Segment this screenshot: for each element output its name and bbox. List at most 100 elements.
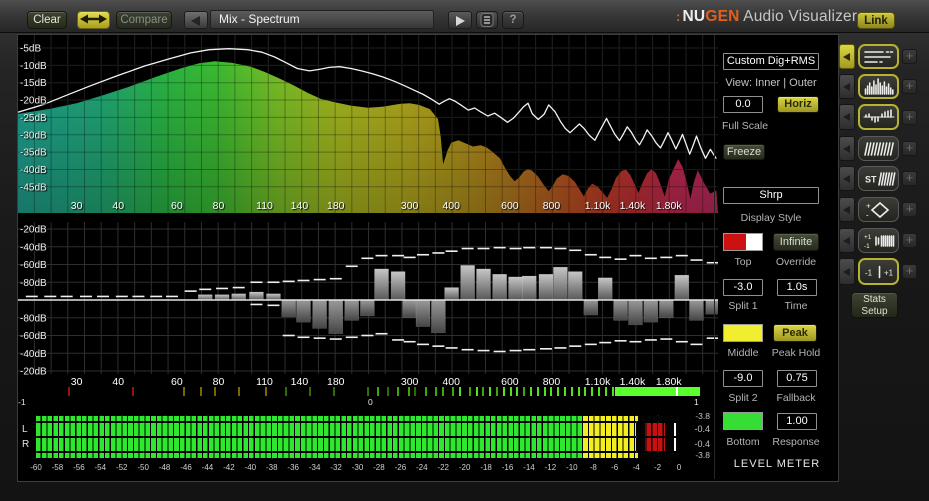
correlation-tick — [132, 387, 135, 396]
meter-segments — [36, 438, 679, 451]
help-button[interactable]: ? — [502, 11, 524, 29]
correlation-tick — [309, 387, 311, 396]
peak-hold-button-label: Peak Hold — [771, 347, 821, 359]
meter-scale-label: -6 — [611, 463, 619, 472]
preset-button-stereo-spectrogram[interactable]: ST — [858, 166, 899, 191]
settings-panel: Custom Dig+RMS View: Inner | Outer 0.0 H… — [714, 35, 839, 479]
split2-field[interactable]: -9.0 — [723, 370, 763, 387]
preset-select-arrow-mirror-spectrum[interactable] — [839, 104, 855, 130]
fallback-field[interactable]: 0.75 — [777, 370, 817, 387]
meter-segments — [36, 453, 679, 458]
left-triangle-icon — [843, 174, 850, 183]
preset-button-correlation-meter[interactable]: -1 +1 — [858, 258, 899, 285]
svg-text:60: 60 — [171, 200, 183, 212]
preset-add-button-spectrogram[interactable]: + — [902, 141, 917, 156]
right-triangle-icon — [456, 16, 465, 26]
preset-add-button-spectrum[interactable]: + — [902, 79, 917, 94]
meter-scale-label: -50 — [137, 463, 149, 472]
correlation-tick — [543, 387, 546, 396]
stats-setup-button[interactable]: Stats Setup — [851, 292, 898, 318]
peak-hold-button[interactable]: Peak — [773, 324, 817, 342]
preset-button-vectorscope[interactable]: + - — [858, 197, 899, 222]
preset-add-button-correlation-meter[interactable]: + — [902, 264, 917, 279]
left-triangle-icon — [843, 113, 850, 121]
bottom-color-swatch[interactable] — [723, 412, 763, 430]
preset-button-mirror-spectrum[interactable] — [858, 104, 899, 130]
time-field[interactable]: 1.0s — [777, 279, 817, 296]
meter-segments — [36, 423, 679, 436]
compare-button[interactable]: Compare — [116, 11, 172, 29]
preset-button-level-meter[interactable] — [858, 44, 899, 69]
correlation-tick — [213, 387, 216, 396]
correlation-tick — [377, 387, 379, 396]
ab-swap-button[interactable] — [77, 11, 110, 29]
preset-add-button-level-meter[interactable]: + — [902, 49, 917, 64]
preset-select-arrow-vectorscope[interactable] — [839, 197, 855, 222]
preset-add-button-mirror-spectrum[interactable]: + — [902, 109, 917, 125]
preset-select-arrow-correlation-meter[interactable] — [839, 258, 855, 285]
next-preset-button[interactable] — [448, 11, 472, 29]
preset-select-arrow-level-meter[interactable] — [839, 44, 855, 69]
logo-gen: GEN — [705, 8, 740, 25]
left-triangle-icon — [843, 205, 850, 214]
link-button[interactable]: Link — [857, 12, 895, 29]
spectrum-display: -5dB -10dB -15dB -20dB -25dB -30dB -35dB -40dB -… — [18, 35, 718, 213]
preset-select-arrow-spectrum[interactable] — [839, 74, 855, 99]
panel-title: LEVEL METER — [733, 458, 821, 470]
correlation-tick — [550, 387, 553, 396]
correlation-tick — [557, 387, 560, 396]
preset-button-spectrum[interactable] — [858, 74, 899, 99]
split1-field[interactable]: -3.0 — [723, 279, 763, 296]
preset-name-field[interactable]: Mix - Spectrum — [210, 10, 434, 29]
vectorscope-icon: +- — [866, 201, 889, 219]
top-color-swatch[interactable] — [723, 233, 763, 251]
meter-scale-label: -14 — [523, 463, 535, 472]
preset-select-arrow-band-correlation[interactable] — [839, 228, 855, 253]
override-button[interactable]: Infinite — [773, 233, 819, 251]
correlation-tick — [564, 387, 566, 396]
correlation-tick — [424, 387, 427, 396]
svg-text:-20dB: -20dB — [20, 225, 47, 236]
preset-add-button-band-correlation[interactable]: + — [902, 233, 917, 248]
meter-scale-label: -8 — [589, 463, 597, 472]
svg-text:-1: -1 — [865, 268, 873, 277]
correlation-tick — [584, 387, 587, 396]
response-field[interactable]: 1.00 — [777, 413, 817, 430]
middle-color-swatch[interactable] — [723, 324, 763, 342]
svg-text:30: 30 — [71, 200, 83, 212]
previous-preset-button[interactable] — [184, 11, 208, 29]
svg-text:40: 40 — [112, 200, 124, 212]
nugen-logo: : NUGEN Audio Visualizer — [676, 8, 857, 26]
meter-scale-label: -20 — [458, 463, 471, 472]
svg-text:-40dB: -40dB — [20, 165, 47, 176]
corr-scale-min: -1 — [18, 397, 26, 407]
preset-select-arrow-stereo-spectrogram[interactable] — [839, 166, 855, 191]
meter-scale-label: -16 — [501, 463, 514, 472]
correlation-tick — [604, 387, 607, 396]
correlation-tick — [441, 387, 444, 396]
svg-text:-10dB: -10dB — [20, 61, 47, 72]
svg-text:-80dB: -80dB — [20, 313, 47, 324]
preset-list-button[interactable] — [476, 11, 498, 29]
svg-text:-30dB: -30dB — [20, 130, 47, 141]
top-color-swatch-label: Top — [734, 256, 752, 268]
preset-button-band-correlation[interactable]: +1 -1 — [858, 228, 899, 253]
meter-scale-label: -42 — [223, 463, 235, 472]
logo-product-name: Audio Visualizer — [739, 8, 858, 25]
preset-button-spectrogram[interactable] — [858, 136, 899, 161]
clear-button[interactable]: Clear — [27, 11, 67, 29]
svg-text:+1: +1 — [884, 268, 894, 277]
correlation-tick — [397, 387, 400, 396]
correlation-meter-icon: -1 +1 — [865, 265, 894, 278]
meter-row-thin3 — [36, 453, 679, 458]
mirror-spectrum-display: -20dB -20dB -40dB -40dB -60dB -60dB -80dB -80dB… — [18, 222, 718, 388]
left-triangle-icon — [843, 144, 850, 153]
preset-add-button-vectorscope[interactable]: + — [902, 202, 917, 217]
meter-scale-label: -34 — [308, 463, 321, 472]
left-right-arrow-icon — [80, 14, 107, 24]
preset-add-button-stereo-spectrogram[interactable]: + — [902, 171, 917, 186]
stats-line2: Setup — [861, 305, 888, 317]
correlation-tick — [536, 387, 539, 396]
svg-text:-60dB: -60dB — [20, 260, 47, 271]
preset-select-arrow-spectrogram[interactable] — [839, 136, 855, 161]
